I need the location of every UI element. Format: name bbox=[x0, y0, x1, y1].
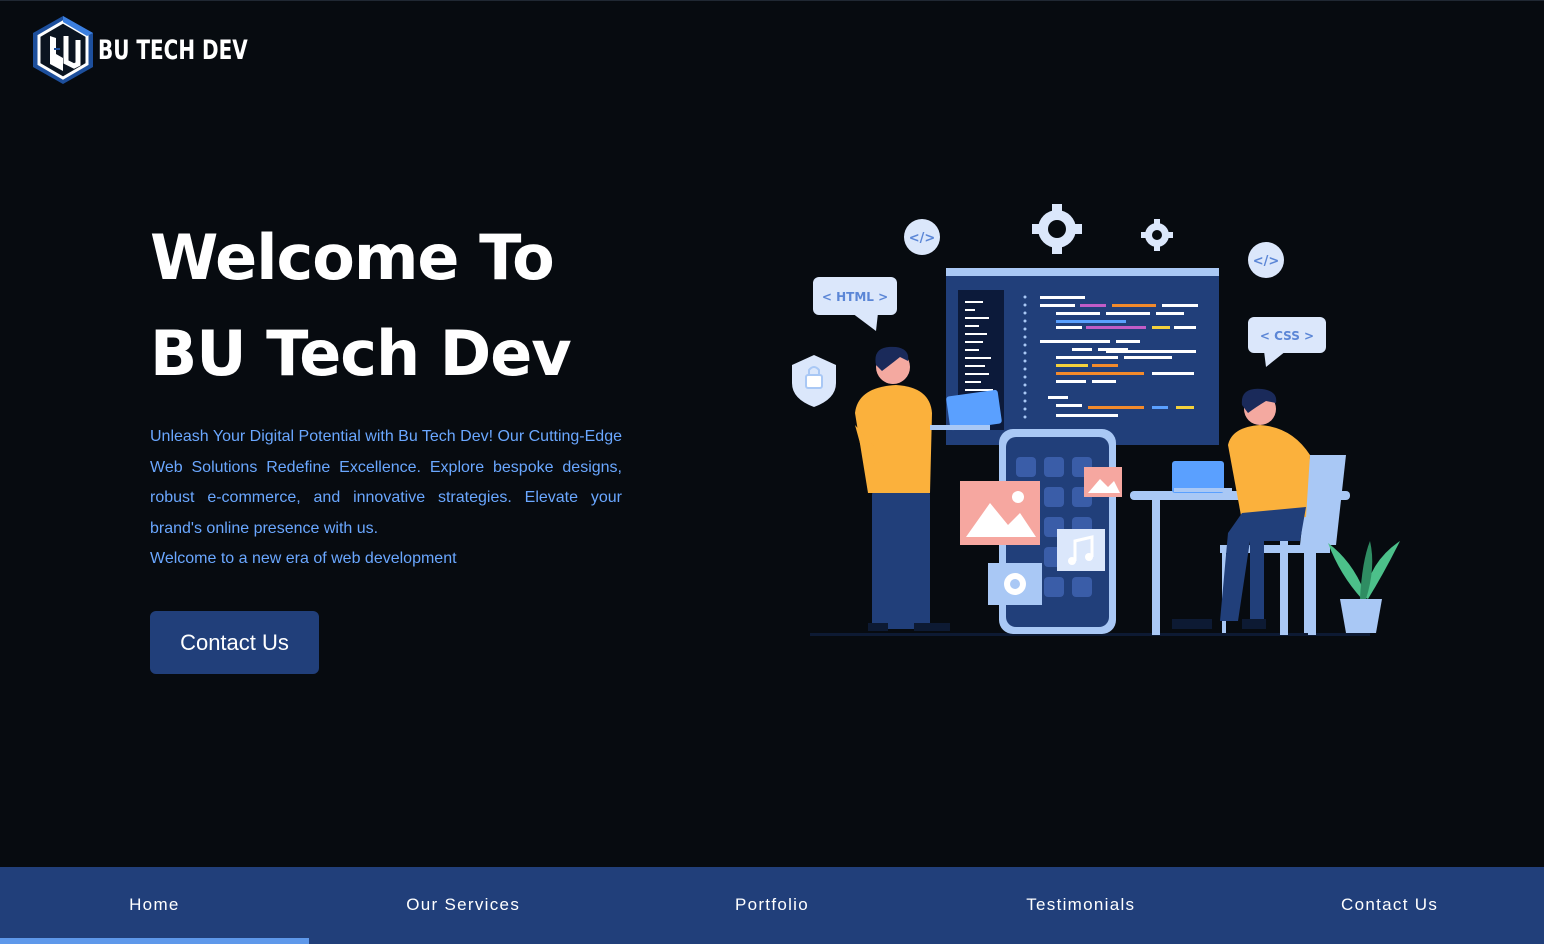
nav-item-our-services[interactable]: Our Services bbox=[309, 867, 618, 944]
small-image-icon bbox=[1084, 467, 1122, 497]
svg-text:< CSS >: < CSS > bbox=[1260, 329, 1314, 343]
top-border bbox=[0, 0, 1544, 1]
code-icon-left: </> bbox=[904, 219, 940, 255]
hero-title-line-2: BU Tech Dev bbox=[150, 317, 572, 390]
css-speech-bubble: < CSS > bbox=[1248, 317, 1326, 367]
nav-item-testimonials[interactable]: Testimonials bbox=[926, 867, 1235, 944]
potted-plant-illustration bbox=[1328, 541, 1400, 633]
active-tab-indicator bbox=[0, 938, 309, 944]
hero-description-text: Unleash Your Digital Potential with Bu T… bbox=[150, 428, 622, 537]
bu-hexagon-logo-icon bbox=[33, 16, 93, 84]
nav-item-home[interactable]: Home bbox=[0, 867, 309, 944]
contact-us-button[interactable]: Contact Us bbox=[150, 611, 319, 674]
developers-illustration: </> </> < HTML > < CSS > bbox=[792, 204, 1400, 636]
hero-title: Welcome To BU Tech Dev bbox=[150, 210, 572, 402]
settings-card-icon bbox=[988, 563, 1042, 605]
shield-lock-icon bbox=[792, 355, 836, 407]
hero-description: Unleash Your Digital Potential with Bu T… bbox=[150, 422, 622, 575]
large-gear-icon bbox=[1032, 204, 1082, 254]
bottom-nav: Home Our Services Portfolio Testimonials… bbox=[0, 867, 1544, 944]
hero-title-line-1: Welcome To bbox=[150, 221, 555, 294]
brand-logo[interactable]: BU TECH DEV bbox=[30, 14, 300, 86]
svg-text:< HTML >: < HTML > bbox=[822, 290, 888, 304]
svg-text:</>: </> bbox=[1253, 254, 1280, 269]
image-card-icon bbox=[960, 481, 1040, 545]
hero-description-last-line: Welcome to a new era of web development bbox=[150, 550, 457, 568]
html-speech-bubble: < HTML > bbox=[813, 277, 897, 331]
nav-item-label: Portfolio bbox=[734, 894, 810, 914]
nav-item-label: Our Services bbox=[406, 894, 521, 914]
small-gear-icon bbox=[1141, 219, 1173, 251]
nav-item-label: Testimonials bbox=[1026, 894, 1136, 914]
nav-item-portfolio[interactable]: Portfolio bbox=[618, 867, 927, 944]
nav-item-contact-us[interactable]: Contact Us bbox=[1235, 867, 1544, 944]
music-note-icon bbox=[1057, 529, 1105, 571]
svg-text:</>: </> bbox=[909, 231, 936, 246]
nav-item-label: Contact Us bbox=[1341, 894, 1439, 914]
code-icon-right: </> bbox=[1248, 242, 1284, 278]
brand-name: BU TECH DEV bbox=[98, 34, 248, 66]
nav-item-label: Home bbox=[129, 894, 180, 914]
